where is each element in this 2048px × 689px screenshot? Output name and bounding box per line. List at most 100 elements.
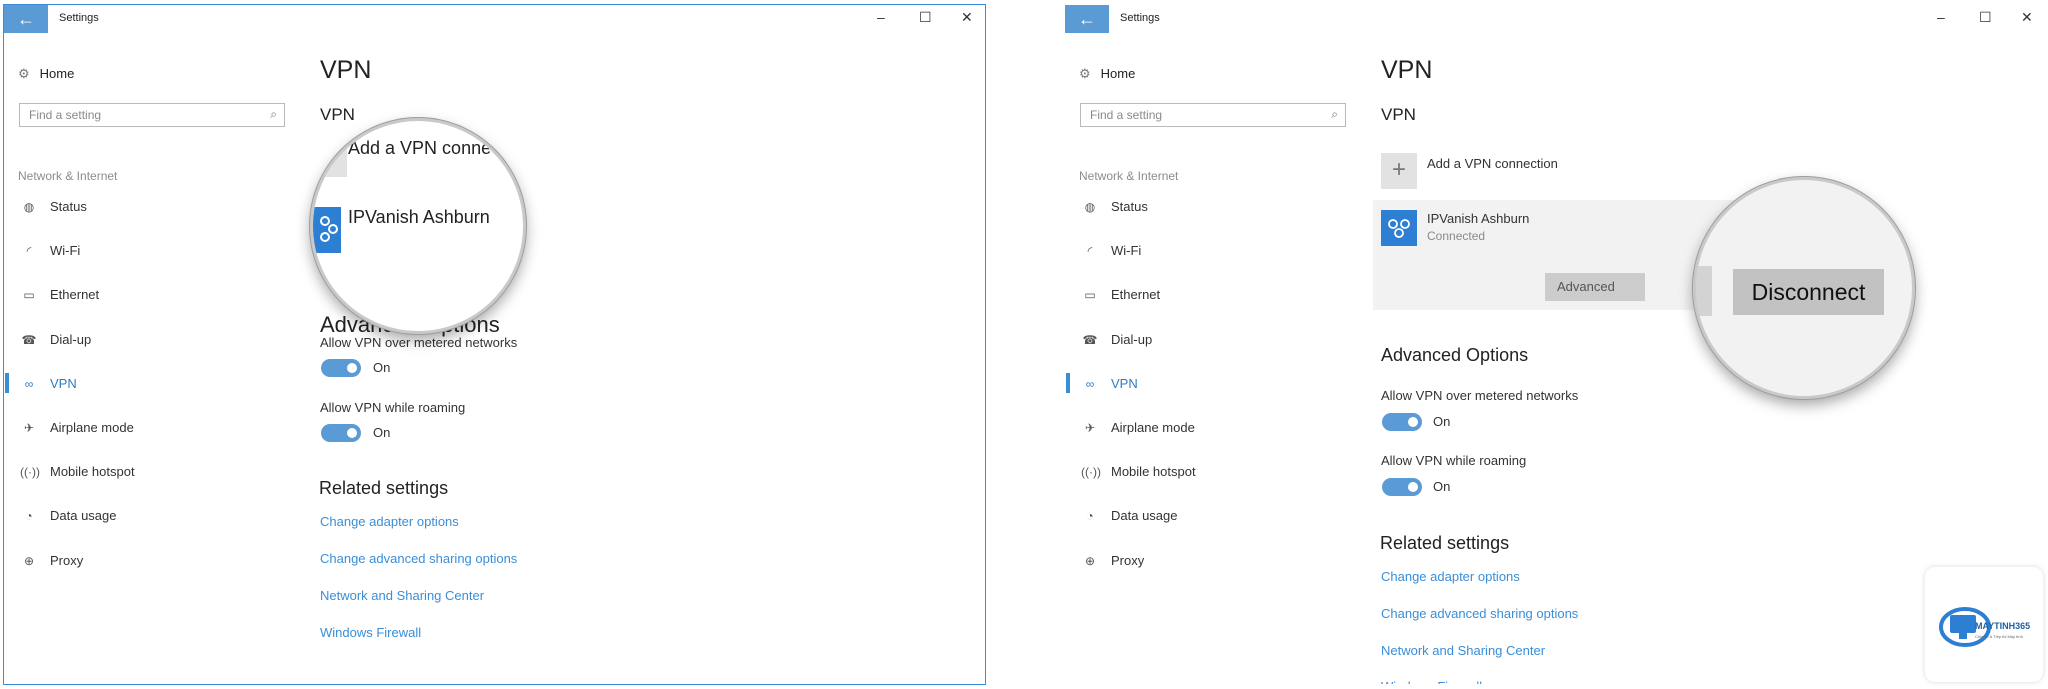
add-icon — [323, 149, 347, 177]
back-button[interactable]: ← — [4, 5, 48, 33]
sidebar-item-vpn[interactable]: ∞ VPN — [4, 372, 304, 420]
sidebar-item-hotspot[interactable]: ((·)) Mobile hotspot — [4, 464, 304, 508]
advanced-button-edge — [1696, 266, 1712, 316]
sidebar-item-dialup[interactable]: ☎ Dial-up — [1065, 332, 1365, 376]
roaming-toggle[interactable] — [1382, 478, 1422, 496]
dialup-icon: ☎ — [1082, 332, 1098, 347]
home-label: Home — [1100, 66, 1136, 81]
link-windows-firewall[interactable]: Windows Firewall — [320, 625, 421, 640]
vpn-icon: ∞ — [1085, 376, 1095, 391]
data-usage-icon: ◔ — [25, 509, 33, 524]
settings-window-right: ← Settings – ☐ ✕ ⚙ Home Find a setting ⌕ … — [1064, 4, 2045, 685]
maytinh365-logo: MAYTINH365 Chia sẻ & Tiếp thị Máy tính — [1939, 607, 2030, 647]
main-content: VPN VPN Advanced Options Allow VPN over … — [310, 5, 960, 684]
hotspot-icon: ((·)) — [20, 465, 40, 480]
section-header: Network & Internet — [1079, 169, 1179, 183]
close-button[interactable]: ✕ — [961, 9, 973, 26]
globe-status-icon: ◍ — [1084, 200, 1096, 214]
sidebar-nav: ◍ Status ◜ Wi-Fi ▭ Ethernet ☎ Dial-up ∞ VPN ✈… — [1065, 199, 1365, 597]
section-header: Network & Internet — [18, 169, 118, 183]
gear-icon: ⚙ — [18, 66, 30, 81]
dialup-icon: ☎ — [21, 332, 37, 347]
gear-icon: ⚙ — [1079, 66, 1091, 81]
airplane-icon: ✈ — [23, 420, 35, 435]
sidebar-item-dialup[interactable]: ☎ Dial-up — [4, 332, 304, 376]
window-title: Settings — [1120, 12, 1160, 24]
sidebar-item-status[interactable]: ◍ Status — [1065, 199, 1365, 243]
link-change-adapter-options[interactable]: Change adapter options — [320, 514, 459, 529]
sidebar-item-status[interactable]: ◍ Status — [4, 199, 304, 243]
sidebar-item-ethernet[interactable]: ▭ Ethernet — [1065, 287, 1365, 331]
page-title: VPN — [320, 56, 372, 84]
related-settings-heading: Related settings — [319, 478, 449, 498]
search-input[interactable]: Find a setting ⌕ — [19, 103, 285, 127]
link-windows-firewall[interactable]: Windows Firewall — [1381, 679, 1482, 684]
roaming-label: Allow VPN while roaming — [1381, 453, 1527, 468]
home-link[interactable]: ⚙ Home — [18, 66, 74, 82]
hotspot-icon: ((·)) — [1081, 465, 1101, 480]
airplane-icon: ✈ — [1084, 420, 1096, 435]
svg-text:Chia sẻ & Tiếp thị Máy tính: Chia sẻ & Tiếp thị Máy tính — [1975, 634, 2023, 639]
settings-window-left: ← Settings – ☐ ✕ ⚙ Home Find a setting ⌕ … — [3, 4, 986, 685]
metered-label: Allow VPN over metered networks — [320, 335, 518, 350]
ipvanish-tile — [313, 207, 341, 253]
search-input[interactable]: Find a setting ⌕ — [1080, 103, 1346, 127]
magnifier-lens: Add a VPN conne IPVanish Ashburn — [310, 118, 526, 334]
search-icon: ⌕ — [1331, 107, 1338, 121]
sidebar-item-wifi[interactable]: ◜ Wi-Fi — [4, 243, 304, 287]
add-vpn-label[interactable]: Add a VPN conne — [348, 138, 491, 159]
wifi-icon: ◜ — [1087, 244, 1093, 259]
metered-state: On — [373, 360, 391, 375]
vpn-heading: VPN — [1381, 105, 1416, 124]
data-usage-icon: ◔ — [1086, 509, 1094, 524]
metered-toggle[interactable] — [1382, 413, 1422, 431]
link-change-advanced-sharing[interactable]: Change advanced sharing options — [1381, 606, 1578, 621]
ethernet-icon: ▭ — [1084, 288, 1096, 303]
roaming-toggle[interactable] — [321, 424, 361, 442]
vpn-connection-name[interactable]: IPVanish Ashburn — [348, 207, 490, 228]
vpn-connection-name: IPVanish Ashburn — [1427, 211, 1530, 226]
active-indicator — [1066, 372, 1070, 393]
sidebar-item-hotspot[interactable]: ((·)) Mobile hotspot — [1065, 464, 1365, 508]
sidebar-item-airplane[interactable]: ✈ Airplane mode — [4, 420, 304, 464]
sidebar-item-ethernet[interactable]: ▭ Ethernet — [4, 287, 304, 331]
add-vpn-label[interactable]: Add a VPN connection — [1427, 156, 1558, 171]
link-network-sharing-center[interactable]: Network and Sharing Center — [1381, 643, 1545, 658]
vpn-connection-icon — [1388, 219, 1410, 238]
vpn-connection-status: Connected — [1427, 229, 1486, 243]
metered-state: On — [1433, 414, 1451, 429]
vpn-heading: VPN — [320, 105, 355, 124]
sidebar-item-wifi[interactable]: ◜ Wi-Fi — [1065, 243, 1365, 287]
roaming-state: On — [1433, 479, 1451, 494]
sidebar-item-proxy[interactable]: ⊕ Proxy — [4, 553, 304, 597]
link-change-advanced-sharing[interactable]: Change advanced sharing options — [320, 551, 517, 566]
vpn-icon: ∞ — [24, 376, 34, 391]
home-link[interactable]: ⚙ Home — [1079, 66, 1135, 82]
link-network-sharing-center[interactable]: Network and Sharing Center — [320, 588, 484, 603]
sidebar-item-airplane[interactable]: ✈ Airplane mode — [1065, 420, 1365, 464]
sidebar-item-proxy[interactable]: ⊕ Proxy — [1065, 553, 1365, 597]
advanced-button[interactable]: Advanced — [1545, 273, 1645, 301]
page-title: VPN — [1381, 56, 1433, 84]
link-change-adapter-options[interactable]: Change adapter options — [1381, 569, 1520, 584]
active-indicator — [5, 372, 9, 393]
search-placeholder: Find a setting — [1090, 108, 1163, 122]
add-vpn-button[interactable]: + — [1381, 153, 1417, 189]
arrow-left-icon: ← — [17, 9, 35, 29]
sidebar-item-data-usage[interactable]: ◔ Data usage — [1065, 508, 1365, 552]
brand-watermark: MAYTINH365 Chia sẻ & Tiếp thị Máy tính — [1925, 567, 2043, 682]
plus-icon: + — [1391, 156, 1406, 183]
roaming-state: On — [373, 425, 391, 440]
sidebar-nav: ◍ Status ◜ Wi-Fi ▭ Ethernet ☎ Dial-up ∞ VPN ✈… — [4, 199, 304, 597]
window-title: Settings — [59, 12, 99, 24]
svg-text:MAYTINH365: MAYTINH365 — [1975, 621, 2030, 631]
ethernet-icon: ▭ — [23, 288, 35, 303]
metered-toggle[interactable] — [321, 359, 361, 377]
sidebar-item-data-usage[interactable]: ◔ Data usage — [4, 508, 304, 552]
disconnect-button[interactable]: Disconnect — [1733, 269, 1884, 315]
vpn-connection-icon — [320, 216, 338, 242]
close-button[interactable]: ✕ — [2021, 9, 2033, 26]
sidebar-item-vpn[interactable]: ∞ VPN — [1065, 372, 1365, 420]
back-button[interactable]: ← — [1065, 5, 1109, 33]
search-placeholder: Find a setting — [29, 108, 102, 122]
